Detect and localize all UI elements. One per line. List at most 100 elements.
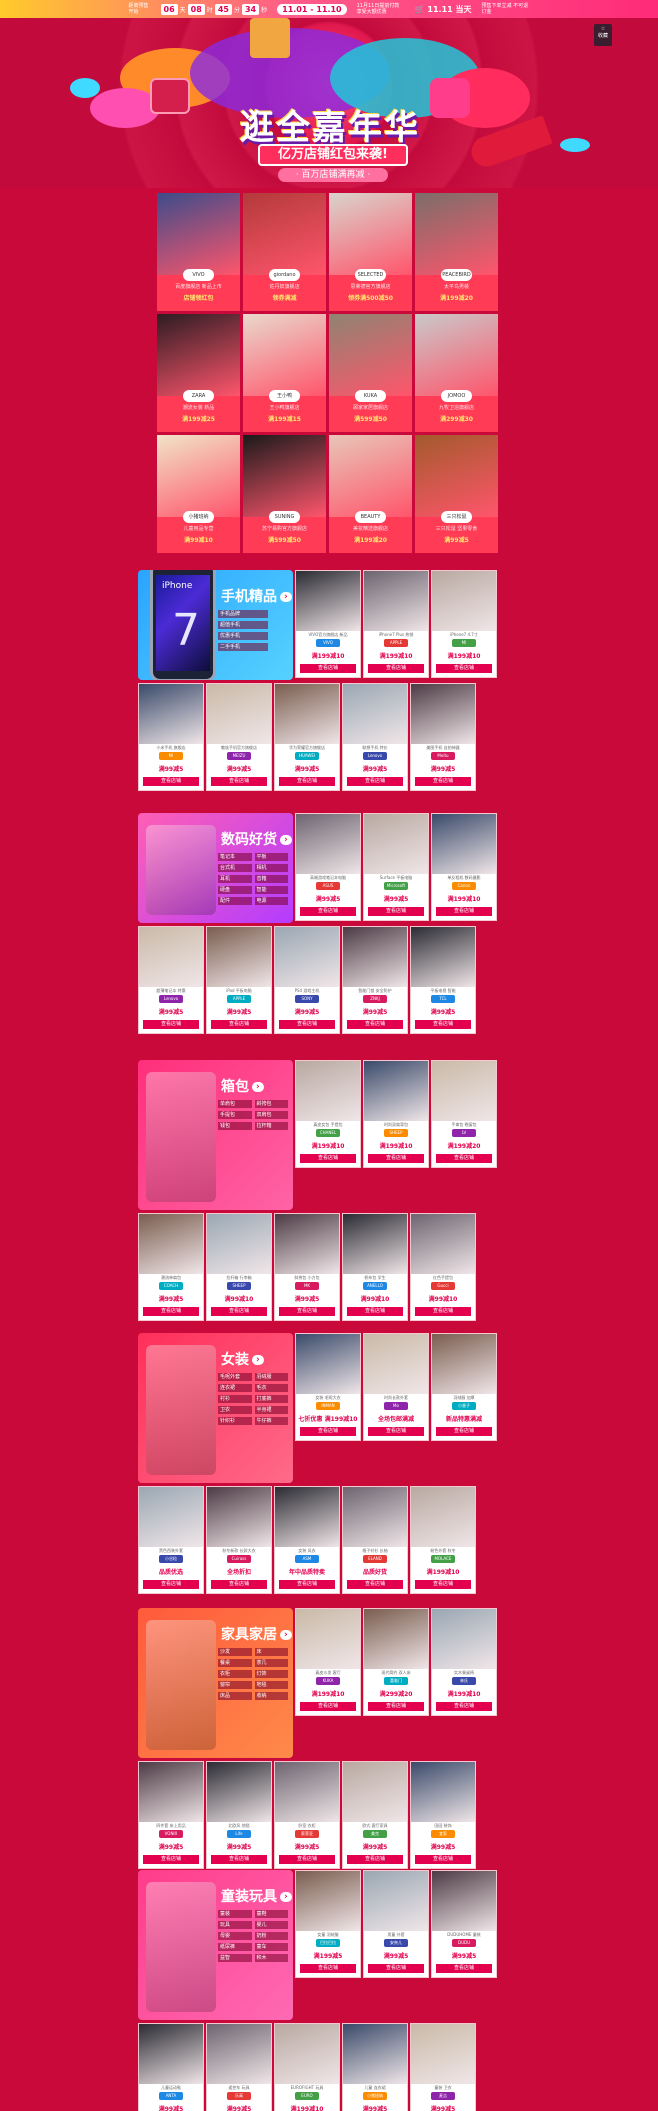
view-shop-button[interactable]: 查看店铺 bbox=[415, 1020, 471, 1029]
product-card[interactable]: 男童 外套 安奈儿 满99减5 查看店铺 bbox=[363, 1870, 429, 1978]
product-card[interactable]: 时尚长款外套 Mo 全场包邮满减 查看店铺 bbox=[363, 1333, 429, 1441]
product-card[interactable]: 红色手提包 Gucci 满99减10 查看店铺 bbox=[410, 1213, 476, 1321]
view-shop-button[interactable]: 查看店铺 bbox=[279, 1020, 335, 1029]
view-shop-button[interactable]: 查看店铺 bbox=[436, 1427, 492, 1436]
shop-card[interactable]: giordano 佐丹奴旗舰店 领券满减 bbox=[243, 193, 326, 311]
category-tag[interactable]: 床 bbox=[254, 1648, 288, 1656]
product-card[interactable]: 羽绒服 加厚 小香子 新品特惠满减 查看店铺 bbox=[431, 1333, 497, 1441]
category-tag[interactable]: 童车 bbox=[254, 1943, 288, 1951]
product-card[interactable]: VIVO官方旗舰店 新品 VIVO 满199减10 查看店铺 bbox=[295, 570, 361, 678]
view-shop-button[interactable]: 查看店铺 bbox=[368, 1154, 424, 1163]
product-card[interactable]: 女装 风衣 ASM 年中品质特卖 查看店铺 bbox=[274, 1486, 340, 1594]
category-tag[interactable]: 收纳 bbox=[254, 1692, 288, 1700]
category-tag[interactable]: 卫衣 bbox=[218, 1406, 252, 1414]
product-card[interactable]: 拉杆箱 行李箱 SHEEP 满99减10 查看店铺 bbox=[206, 1213, 272, 1321]
product-card[interactable]: 遥控车 玩具 乐高 满99减5 查看店铺 bbox=[206, 2023, 272, 2111]
shop-card[interactable]: 三只松鼠 三只松鼠 坚果零食 满99减5 bbox=[415, 435, 498, 553]
product-card[interactable]: 斜挎包 小方包 MK 满99减5 查看店铺 bbox=[274, 1213, 340, 1321]
category-tag[interactable]: 童鞋 bbox=[254, 1910, 288, 1918]
category-tag[interactable]: 超值手机 bbox=[218, 621, 268, 629]
category-card[interactable]: 童装玩具 › 童装 童鞋 玩具 婴儿 母婴 奶粉 纸尿裤 童车 益智 积木 bbox=[138, 1870, 293, 2020]
view-shop-button[interactable]: 查看店铺 bbox=[143, 777, 199, 786]
product-card[interactable]: 真皮沙发 客厅 KUKA 满199减10 查看店铺 bbox=[295, 1608, 361, 1716]
shop-card[interactable]: KUKA 顾家家居旗舰店 满599减50 bbox=[329, 314, 412, 432]
category-tag[interactable]: 衣柜 bbox=[218, 1670, 252, 1678]
category-tag[interactable]: 手机品牌 bbox=[218, 610, 268, 618]
category-tag[interactable]: 毛呢外套 bbox=[218, 1373, 252, 1381]
shop-card[interactable]: PEACEBIRD 太平鸟男装 满199减20 bbox=[415, 193, 498, 311]
category-tag[interactable]: 电源 bbox=[254, 897, 288, 905]
product-card[interactable]: 北欧风 地毯 Life 满99减5 查看店铺 bbox=[206, 1761, 272, 1869]
view-shop-button[interactable]: 查看店铺 bbox=[415, 1307, 471, 1316]
product-card[interactable]: 黑色西装外套 小谷粒 品质优选 查看店铺 bbox=[138, 1486, 204, 1594]
product-card[interactable]: 平板电视 智能 TCL 满99减5 查看店铺 bbox=[410, 926, 476, 1034]
product-card[interactable]: DUDUHOME 童装 DUDU 满99减5 查看店铺 bbox=[431, 1870, 497, 1978]
product-card[interactable]: 粉色外套 秋冬 MOLACE 满199减10 查看店铺 bbox=[410, 1486, 476, 1594]
view-shop-button[interactable]: 查看店铺 bbox=[347, 1020, 403, 1029]
category-tag[interactable]: 二手手机 bbox=[218, 643, 268, 651]
category-tag[interactable]: 童装 bbox=[218, 1910, 252, 1918]
product-card[interactable]: 潮流单肩包 COACH 满99减5 查看店铺 bbox=[138, 1213, 204, 1321]
view-shop-button[interactable]: 查看店铺 bbox=[279, 1580, 335, 1589]
category-tag[interactable]: 斜挎包 bbox=[254, 1100, 288, 1108]
product-card[interactable]: 华为荣耀官方旗舰店 HUAWEI 满99减5 查看店铺 bbox=[274, 683, 340, 791]
view-shop-button[interactable]: 查看店铺 bbox=[279, 1307, 335, 1316]
product-card[interactable]: 魅族手机官方旗舰店 MEIZU 满99减5 查看店铺 bbox=[206, 683, 272, 791]
shop-card[interactable]: 小猪班纳 儿童用品专营 满99减10 bbox=[157, 435, 240, 553]
shop-card[interactable]: VIVO 百度旗舰店 新品上市 店铺领红包 bbox=[157, 193, 240, 311]
view-shop-button[interactable]: 查看店铺 bbox=[347, 1580, 403, 1589]
cart-day-link[interactable]: 🛒 11.11 当天 bbox=[415, 4, 472, 15]
category-tag[interactable]: 灯饰 bbox=[254, 1670, 288, 1678]
view-shop-button[interactable]: 查看店铺 bbox=[415, 777, 471, 786]
category-tag[interactable]: 毛衣 bbox=[254, 1384, 288, 1392]
category-tag[interactable]: 床品 bbox=[218, 1692, 252, 1700]
product-card[interactable]: 秋冬新款 长款大衣 Cuirass 全场折扣 查看店铺 bbox=[206, 1486, 272, 1594]
go-arrow-icon[interactable]: › bbox=[280, 592, 292, 602]
product-card[interactable]: 四件套 床上用品 VONIX 满99减5 查看店铺 bbox=[138, 1761, 204, 1869]
product-card[interactable]: Surface 平板电脑 Microsoft 满99减5 查看店铺 bbox=[363, 813, 429, 921]
go-arrow-icon[interactable]: › bbox=[252, 1355, 264, 1365]
category-tag[interactable]: 优惠手机 bbox=[218, 632, 268, 640]
product-card[interactable]: 小米手机 旗舰店 MI 满99减5 查看店铺 bbox=[138, 683, 204, 791]
category-tag[interactable]: 纸尿裤 bbox=[218, 1943, 252, 1951]
category-card[interactable]: 数码好货 › 笔记本 平板 台式机 相机 耳机 音箱 硬盘 智能 配件 电源 bbox=[138, 813, 293, 923]
category-tag[interactable]: 益智 bbox=[218, 1954, 252, 1962]
product-card[interactable]: iPhone7 Plus 热销 APPLE 满199减10 查看店铺 bbox=[363, 570, 429, 678]
view-shop-button[interactable]: 查看店铺 bbox=[436, 907, 492, 916]
category-tag[interactable]: 茶几 bbox=[254, 1659, 288, 1667]
category-tag[interactable]: 餐桌 bbox=[218, 1659, 252, 1667]
product-card[interactable]: 儿童 连衣裙 小猪班纳 满99减5 查看店铺 bbox=[342, 2023, 408, 2111]
product-card[interactable]: 高端游戏笔记本电脑 ASUS 满99减5 查看店铺 bbox=[295, 813, 361, 921]
view-shop-button[interactable]: 查看店铺 bbox=[300, 1154, 356, 1163]
product-card[interactable]: 帆布包 学生 ANELLO 满99减10 查看店铺 bbox=[342, 1213, 408, 1321]
product-card[interactable]: 格子衬衫 长袖 ELAND 品质好货 查看店铺 bbox=[342, 1486, 408, 1594]
category-card[interactable]: 女装 › 毛呢外套 羽绒服 连衣裙 毛衣 衬衫 打底裤 卫衣 半身裙 针织衫 牛仔裤 bbox=[138, 1333, 293, 1483]
category-tag[interactable]: 积木 bbox=[254, 1954, 288, 1962]
category-tag[interactable]: 半身裙 bbox=[254, 1406, 288, 1414]
product-card[interactable]: 女童 羽绒服 巴拉巴拉 满199减5 查看店铺 bbox=[295, 1870, 361, 1978]
view-shop-button[interactable]: 查看店铺 bbox=[300, 1427, 356, 1436]
category-tag[interactable]: 手提包 bbox=[218, 1111, 252, 1119]
view-shop-button[interactable]: 查看店铺 bbox=[300, 1964, 356, 1973]
category-tag[interactable]: 台式机 bbox=[218, 864, 252, 872]
category-tag[interactable]: 羽绒服 bbox=[254, 1373, 288, 1381]
category-tag[interactable]: 相机 bbox=[254, 864, 288, 872]
category-tag[interactable]: 窗帘 bbox=[218, 1681, 252, 1689]
view-shop-button[interactable]: 查看店铺 bbox=[436, 1964, 492, 1973]
product-card[interactable]: EUROFIGHT 玩具 EURO 满199减10 查看店铺 bbox=[274, 2023, 340, 2111]
view-shop-button[interactable]: 查看店铺 bbox=[368, 664, 424, 673]
view-shop-button[interactable]: 查看店铺 bbox=[211, 777, 267, 786]
category-tag[interactable]: 玩具 bbox=[218, 1921, 252, 1929]
product-card[interactable]: 真皮女包 手提包 CHANEL 满199减10 查看店铺 bbox=[295, 1060, 361, 1168]
product-card[interactable]: 卧室 衣柜 索菲亚 满99减5 查看店铺 bbox=[274, 1761, 340, 1869]
view-shop-button[interactable]: 查看店铺 bbox=[347, 777, 403, 786]
shop-card[interactable]: SUNING 苏宁易购官方旗舰店 满599减50 bbox=[243, 435, 326, 553]
product-card[interactable]: 时尚双肩背包 SHEEP 满199减10 查看店铺 bbox=[363, 1060, 429, 1168]
view-shop-button[interactable]: 查看店铺 bbox=[279, 777, 335, 786]
product-card[interactable]: 单反相机 数码摄影 Canon 满199减10 查看店铺 bbox=[431, 813, 497, 921]
category-tag[interactable]: 衬衫 bbox=[218, 1395, 252, 1403]
view-shop-button[interactable]: 查看店铺 bbox=[368, 1427, 424, 1436]
category-tag[interactable]: 连衣裙 bbox=[218, 1384, 252, 1392]
go-arrow-icon[interactable]: › bbox=[252, 1082, 264, 1092]
category-tag[interactable]: 单肩包 bbox=[218, 1100, 252, 1108]
